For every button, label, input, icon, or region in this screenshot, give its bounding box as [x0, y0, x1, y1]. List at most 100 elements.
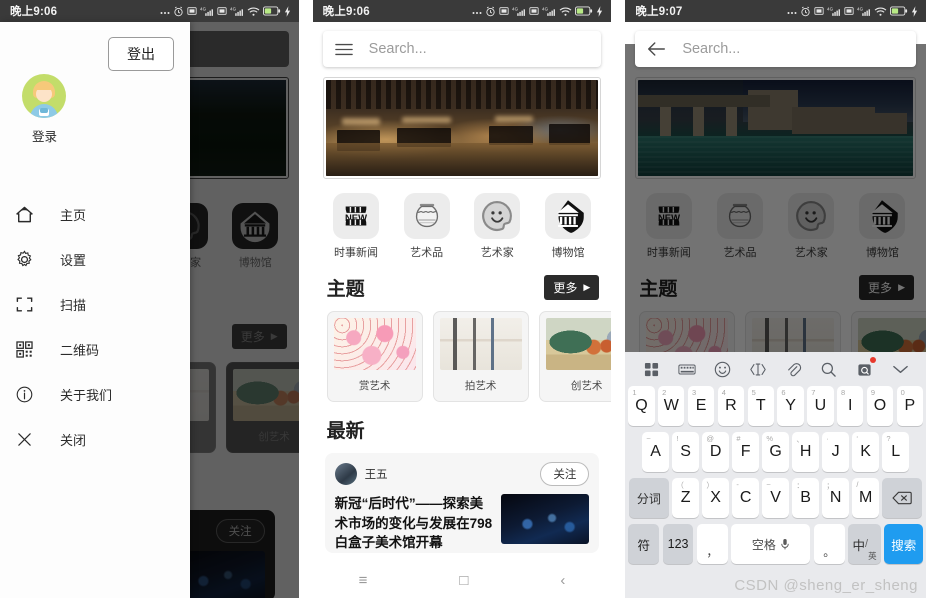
svg-text:4G: 4G	[230, 6, 237, 11]
drawer-item-close[interactable]: 关闭	[0, 417, 190, 462]
key-b[interactable]: ： B	[792, 478, 819, 518]
key-label: T	[755, 397, 766, 414]
key-q[interactable]: 1Q	[628, 386, 655, 426]
battery-icon	[889, 6, 908, 16]
key-j[interactable]: · J	[822, 432, 849, 472]
news-card[interactable]: 王五 关注 新冠“后时代”——探索美术市场的变化与发展在798白盒子美术馆开幕	[324, 453, 600, 553]
key-label: H	[799, 443, 812, 460]
drawer-item-home[interactable]: 主页	[0, 192, 190, 237]
profile-block[interactable]: 登录	[22, 74, 68, 145]
key-i[interactable]: 8I	[837, 386, 864, 426]
palette-face-icon-wrap	[474, 193, 521, 239]
search-input[interactable]: Search...	[682, 41, 740, 57]
key-hint: ；	[826, 481, 834, 490]
soft-keyboard: 1Q 2W 3E 4R 5T 6Y 7U 8I 9O 0P ~ A ! S @ D #…	[625, 352, 926, 598]
mic-icon	[781, 539, 789, 550]
key-z[interactable]: （Z	[672, 478, 699, 518]
scan-icon	[14, 295, 34, 315]
drawer-item-scan[interactable]: 扫描	[0, 282, 190, 327]
avatar[interactable]	[334, 463, 357, 485]
drawer-menu: 主页 设置 扫描 二维码 关于我们 关闭	[0, 192, 190, 462]
key-d[interactable]: @ D	[702, 432, 729, 472]
category-item-museum[interactable]: 博物馆	[537, 193, 599, 260]
key-word-split[interactable]: 分词	[628, 478, 669, 518]
key-h[interactable]: 、 H	[792, 432, 819, 472]
key-hint: #	[736, 434, 741, 443]
hero-banner[interactable]	[322, 77, 602, 179]
screenshot-stage: 晚上9:06 4G 4G 登出 登录 主页 设置 扫描 二维码 关于我们 关闭 …	[0, 0, 926, 598]
key-hint: 7	[811, 388, 816, 397]
key-c[interactable]: -C	[732, 478, 759, 518]
key-backspace[interactable]	[882, 478, 923, 518]
key-search-enter[interactable]: 搜索	[884, 524, 923, 564]
key-label: E	[695, 397, 707, 414]
hamburger-icon[interactable]	[334, 43, 353, 56]
emoji-icon[interactable]	[709, 356, 735, 382]
key-hint: !	[676, 434, 679, 443]
key-label: N	[829, 489, 842, 506]
key-r[interactable]: 4R	[717, 386, 745, 426]
key-o[interactable]: 9O	[866, 386, 894, 426]
key-n[interactable]: ； N	[822, 478, 849, 518]
key-period[interactable]: 。	[813, 524, 845, 564]
hero-image-museum-interior	[325, 80, 599, 176]
back-button[interactable]: ‹	[560, 573, 565, 588]
search-bar[interactable]: Search...	[322, 31, 602, 67]
status-icons: 4G 4G	[160, 5, 291, 17]
key-comma[interactable]: ，	[696, 524, 728, 564]
notification-dot	[869, 357, 876, 363]
clip-icon[interactable]	[780, 356, 806, 382]
panel-gap	[611, 0, 626, 598]
drawer-item-about[interactable]: 关于我们	[0, 372, 190, 417]
status-icons: 4G 4G	[472, 5, 603, 17]
key-t[interactable]: 5T	[747, 386, 774, 426]
key-u[interactable]: 7U	[807, 386, 834, 426]
home-button[interactable]: □	[459, 573, 468, 588]
key-m[interactable]: / M	[852, 478, 879, 518]
key-g[interactable]: % G	[762, 432, 789, 472]
grid-icon[interactable]	[638, 356, 664, 382]
key-hint: @	[706, 434, 715, 443]
category-item-artwork[interactable]: 艺术品	[396, 193, 458, 260]
key-label: D	[709, 443, 722, 460]
key-l[interactable]: ? L	[882, 432, 909, 472]
key-w[interactable]: 2W	[658, 386, 685, 426]
key-language-toggle[interactable]: 中 / 英	[848, 524, 881, 564]
drawer-item-settings[interactable]: 设置	[0, 237, 190, 282]
key-space[interactable]: 空格	[731, 524, 811, 564]
back-arrow-icon[interactable]	[647, 41, 666, 57]
key-v[interactable]: ~ V	[762, 478, 789, 518]
chevron-down-icon[interactable]	[887, 356, 913, 382]
camera-translate-icon[interactable]	[852, 356, 878, 382]
battery-icon	[262, 6, 280, 16]
key-s[interactable]: ! S	[672, 432, 699, 472]
key-f[interactable]: # F	[732, 432, 759, 472]
keyboard-icon[interactable]	[674, 356, 700, 382]
svg-text:4G: 4G	[542, 6, 549, 11]
key-numbers[interactable]: 123	[662, 524, 694, 564]
theme-card[interactable]: 拍艺术	[432, 311, 529, 402]
logout-button[interactable]: 登出	[108, 37, 174, 71]
key-p[interactable]: 0P	[896, 386, 923, 426]
key-y[interactable]: 6Y	[777, 386, 804, 426]
theme-card-list: 赏艺术 拍艺术 创艺术	[313, 301, 612, 402]
signal1-icon: 4G	[512, 6, 526, 16]
key-symbols[interactable]: 符	[628, 524, 660, 564]
category-item-artist[interactable]: 艺术家	[466, 193, 528, 260]
key-e[interactable]: 3E	[687, 386, 715, 426]
search-input[interactable]: Search...	[369, 41, 427, 57]
follow-button[interactable]: 关注	[540, 462, 590, 486]
cursor-move-icon[interactable]	[745, 356, 771, 382]
key-hint: ）	[706, 481, 714, 490]
category-item-news[interactable]: NEW 时事新闻	[325, 193, 387, 260]
recents-button[interactable]: ≡	[359, 573, 368, 588]
drawer-item-qrcode[interactable]: 二维码	[0, 327, 190, 372]
more-button[interactable]: 更多 ▶	[544, 275, 600, 300]
theme-card[interactable]: 赏艺术	[326, 311, 423, 402]
key-x[interactable]: ） X	[702, 478, 729, 518]
theme-card[interactable]: 创艺术	[538, 311, 612, 402]
key-k[interactable]: ‘K	[852, 432, 879, 472]
search-bar[interactable]: Search...	[635, 31, 916, 67]
search-icon[interactable]	[816, 356, 842, 382]
key-a[interactable]: ~ A	[642, 432, 669, 472]
